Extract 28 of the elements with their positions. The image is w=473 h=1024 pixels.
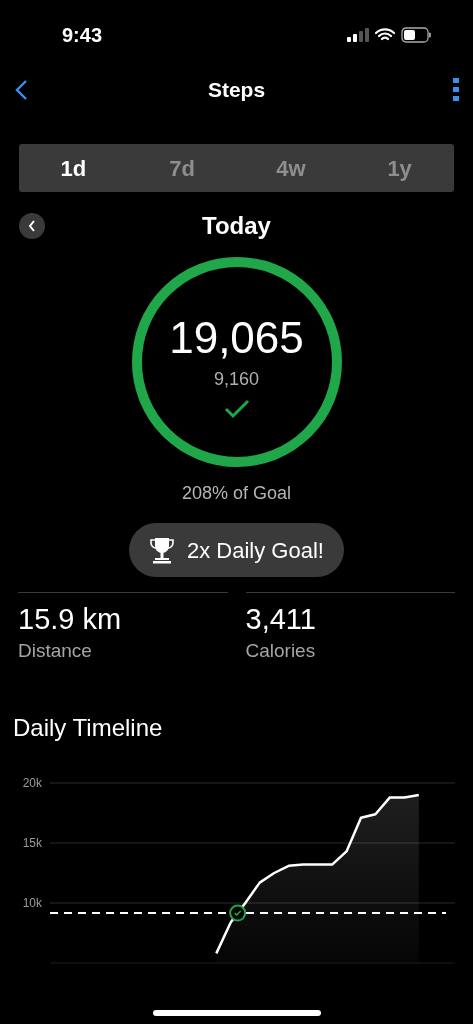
period-title: Today [202, 211, 271, 241]
stat-label: Calories [245, 639, 317, 664]
axis-label: 20k [22, 775, 42, 790]
range-tab[interactable]: 1d [19, 144, 128, 192]
stat-value: 15.9 km [18, 602, 123, 637]
battery-icon [401, 27, 431, 43]
range-tab[interactable]: 7d [127, 144, 237, 192]
signal-icon [347, 28, 369, 42]
wifi-icon [375, 28, 395, 42]
achievement-text: 2x Daily Goal! [187, 536, 324, 565]
previous-day-button[interactable] [19, 213, 45, 239]
range-tab[interactable]: 1y [345, 144, 454, 192]
chevron-left-icon [28, 220, 36, 232]
screen-title: Steps [207, 77, 266, 104]
step-goal: 9,160 [213, 367, 259, 391]
trophy-icon [149, 536, 175, 564]
axis-label: 15k [22, 835, 42, 850]
more-icon [453, 78, 459, 102]
axis-label: 10k [22, 895, 42, 910]
stat-value: 3,411 [245, 602, 317, 637]
goal-percent: 208% of Goal [180, 482, 293, 505]
status-time: 9:43 [62, 23, 103, 48]
range-tab[interactable]: 4w [236, 144, 346, 192]
section-title: Daily Timeline [13, 712, 164, 743]
stat-label: Distance [18, 639, 93, 664]
step-count: 19,065 [169, 315, 304, 360]
goal-reached-icon [229, 904, 247, 922]
back-icon [14, 79, 28, 101]
